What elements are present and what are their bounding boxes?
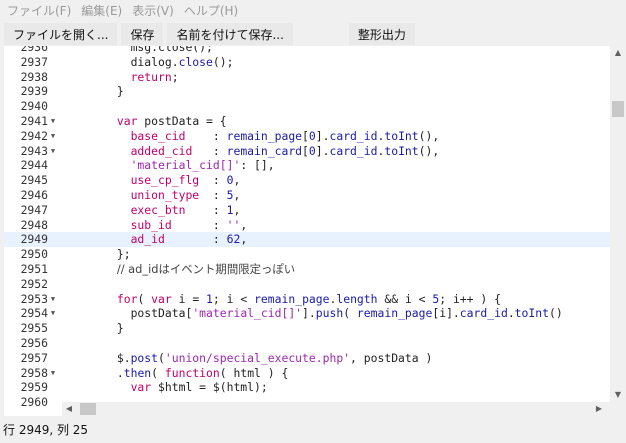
code-text: ad_id : 62, [130, 232, 248, 247]
code-line[interactable]: 2941 ▼ var postData = { [4, 114, 610, 129]
fold-triangle-icon[interactable]: ▼ [48, 144, 58, 159]
code-line[interactable]: 2947 exec_btn : 1, [4, 203, 610, 218]
code-text: 'material_cid[]': [], [130, 158, 275, 173]
line-number: 2945 [20, 173, 48, 188]
code-text: dialog.close(); [62, 54, 234, 69]
line-number: 2937 [20, 54, 48, 69]
code-line[interactable]: 2951 // ad_idはイベント期間限定っぽい [4, 262, 610, 277]
format-output-button[interactable]: 整形出力 [348, 23, 415, 45]
line-number: 2953 [20, 291, 48, 306]
code-line[interactable]: 2939 } [4, 84, 610, 99]
horizontal-scrollbar[interactable]: ◀ ▶ [62, 402, 610, 416]
line-number: 2947 [20, 202, 48, 217]
vertical-scroll-thumb[interactable] [612, 101, 624, 117]
code-line[interactable]: 2955 } [4, 321, 610, 336]
code-text: postData['material_cid[]'].push( remain_… [62, 306, 563, 321]
line-number: 2955 [20, 321, 48, 336]
code-text: sub_id : '', [130, 217, 248, 232]
code-text: return; [130, 69, 179, 84]
fold-triangle-icon[interactable]: ▼ [48, 129, 58, 144]
vertical-scrollbar[interactable]: ▲ ▼ [610, 46, 626, 416]
code-line[interactable]: 2952 [4, 277, 610, 292]
line-number: 2938 [20, 69, 48, 84]
fold-triangle-icon[interactable]: ▼ [48, 292, 58, 307]
line-number: 2960 [20, 395, 48, 410]
menu-file[interactable]: ファイル(F) [2, 0, 76, 22]
code-line[interactable]: 2944 'material_cid[]': [], [4, 158, 610, 173]
line-number: 2951 [20, 262, 48, 276]
fold-triangle-icon[interactable]: ▼ [48, 306, 58, 321]
code-line[interactable]: 2954 ▼ postData['material_cid[]'].push( r… [4, 306, 610, 321]
line-number: 2946 [20, 188, 48, 202]
code-line[interactable]: 2948 sub_id : '', [4, 218, 610, 233]
line-number: 2944 [20, 158, 48, 173]
line-number: 2956 [20, 336, 48, 350]
triangle-up-icon[interactable]: ▲ [610, 46, 626, 60]
line-number: 2948 [20, 217, 48, 232]
code-line[interactable]: 2945 use_cp_flg : 0, [4, 173, 610, 188]
line-number: 2936 [20, 46, 48, 54]
fold-triangle-icon[interactable]: ▼ [48, 366, 58, 381]
open-file-button[interactable]: ファイルを開く... [4, 23, 118, 45]
code-line[interactable]: 2940 [4, 99, 610, 114]
code-line[interactable]: 2953 ▼ for( var i = 1; i < remain_page.le… [4, 292, 610, 307]
code-text: var postData = { [116, 114, 227, 128]
line-number: 2940 [20, 99, 48, 114]
code-line[interactable]: 2949 ad_id : 62, [4, 232, 610, 248]
code-text: msg.close(); [62, 46, 213, 54]
code-line[interactable]: 2938 return; [4, 70, 610, 85]
code-text: exec_btn : 1, [130, 202, 241, 217]
code-line[interactable]: 2956 [4, 336, 610, 351]
code-text: $.post('union/special_execute.php', post… [62, 350, 433, 365]
line-number: 2941 [20, 114, 48, 128]
menu-bar: ファイル(F) 編集(E) 表示(V) ヘルプ(H) [0, 0, 626, 22]
code-line[interactable]: 2958 ▼ .then( function( html ) { [4, 366, 610, 381]
code-text: union_type : 5, [130, 188, 241, 202]
code-line[interactable]: 2946 union_type : 5, [4, 188, 610, 203]
line-number: 2954 [20, 306, 48, 321]
code-line[interactable]: 2942 ▼ base_cid : remain_page[0].card_id.… [4, 129, 610, 144]
code-line[interactable]: 2936 msg.close(); [4, 46, 610, 55]
code-text: use_cp_flg : 0, [130, 173, 241, 188]
line-number: 2958 [20, 365, 48, 380]
fold-triangle-icon[interactable]: ▼ [48, 114, 58, 129]
code-line[interactable]: 2937 dialog.close(); [4, 55, 610, 70]
save-button[interactable]: 保存 [121, 23, 164, 45]
line-number: 2943 [20, 143, 48, 158]
toolbar: ファイルを開く... 保存 名前を付けて保存... 整形出力 [0, 22, 626, 46]
line-number: 2939 [20, 84, 48, 99]
triangle-down-icon[interactable]: ▼ [610, 388, 626, 402]
line-number: 2942 [20, 128, 48, 143]
code-text: // ad_idはイベント期間限定っぽい [116, 262, 296, 276]
line-number: 2949 [20, 232, 48, 247]
menu-view[interactable]: 表示(V) [127, 0, 179, 22]
code-text: .then( function( html ) { [62, 365, 289, 380]
save-as-button[interactable]: 名前を付けて保存... [167, 23, 293, 45]
status-bar: 行 2949, 列 25 [0, 420, 626, 443]
code-line[interactable]: 2957 $.post('union/special_execute.php',… [4, 351, 610, 366]
line-number: 2957 [20, 350, 48, 365]
menu-edit[interactable]: 編集(E) [76, 0, 127, 22]
line-number: 2952 [20, 276, 48, 291]
cursor-position: 行 2949, 列 25 [3, 423, 89, 437]
horizontal-scroll-thumb[interactable] [80, 403, 96, 415]
line-number: 2959 [20, 380, 48, 395]
code-text: var $html = $(html); [130, 380, 268, 395]
code-line[interactable]: 2950 }; [4, 247, 610, 262]
triangle-right-icon[interactable]: ▶ [592, 402, 606, 416]
menu-help[interactable]: ヘルプ(H) [179, 0, 243, 22]
code-editor[interactable]: 2936 msg.close(); 2937 dialog.close(); 293… [4, 46, 610, 416]
code-line[interactable]: 2959 var $html = $(html); [4, 380, 610, 395]
code-line[interactable]: 2943 ▼ added_cid : remain_card[0].card_id… [4, 144, 610, 159]
code-text: base_cid : remain_page[0].card_id.toInt(… [130, 128, 440, 143]
code-text: } [62, 84, 124, 99]
code-text: }; [62, 247, 131, 262]
line-number: 2950 [20, 247, 48, 262]
code-text: added_cid : remain_card[0].card_id.toInt… [130, 143, 440, 158]
code-text: } [62, 321, 124, 336]
code-text: for( var i = 1; i < remain_page.length &… [116, 291, 501, 306]
triangle-left-icon[interactable]: ◀ [62, 402, 76, 416]
